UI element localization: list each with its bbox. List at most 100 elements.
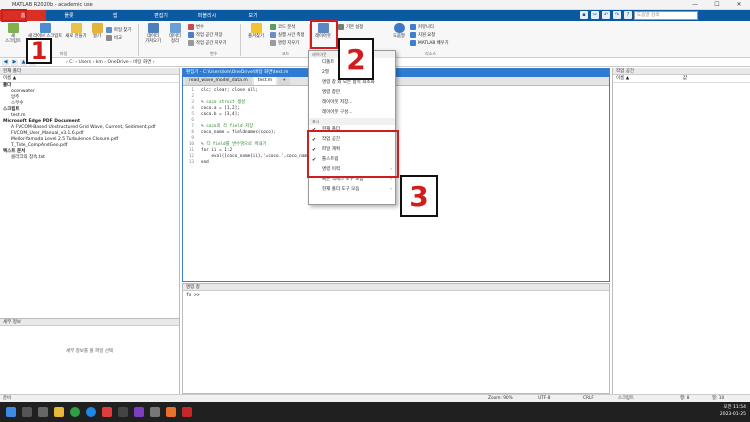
current-path[interactable]: › C: › Users › km › OneDrive › 바탕 화면 › (66, 59, 155, 65)
workspace-header: 작업 공간 (613, 68, 750, 75)
command-prompt[interactable]: fx >> (183, 293, 609, 298)
cut-icon[interactable]: ✂ (591, 11, 599, 19)
file-explorer-icon[interactable] (54, 407, 64, 417)
minimize-button[interactable]: — (684, 1, 706, 8)
help-icon[interactable]: ? (624, 11, 632, 19)
settings-icon[interactable] (150, 407, 160, 417)
live-script-icon (39, 23, 51, 33)
column-name[interactable]: 이름 ▲ (0, 75, 179, 83)
run-time-button[interactable]: 실행 시간 측정 (270, 32, 304, 38)
command-window-header: 명령 창 (183, 284, 609, 291)
learn-icon (410, 40, 416, 46)
ribbon-tabs: 홈 플롯 앱 편집기 퍼블리시 보기 ▪ ✂ ↶ ↷ ? 도움말 검색 (0, 10, 750, 21)
variable-icon (188, 24, 194, 30)
new-variable-button[interactable]: 변수 (188, 24, 204, 30)
save-icon (188, 32, 194, 38)
annotation-number-2: 2 (338, 38, 374, 80)
import-icon (147, 23, 159, 33)
terminal-icon[interactable] (118, 407, 128, 417)
highlight-layout-button (310, 20, 338, 49)
highlight-home-tab (1, 9, 27, 22)
command-window[interactable]: 명령 창 fx >> (182, 283, 610, 394)
help-icon (393, 23, 405, 33)
edge-icon[interactable] (86, 407, 96, 417)
clear-commands-button[interactable]: 명령 지우기 (270, 40, 299, 46)
workspace-panel: 작업 공간 이름 ▲ 값 (612, 68, 750, 394)
menu-item-command-only[interactable]: 명령 창만 (309, 88, 395, 98)
tab-editor[interactable]: 편집기 (138, 10, 184, 21)
clear-icon (188, 40, 194, 46)
editor-tab-test[interactable]: test.m (253, 77, 277, 85)
tab-apps[interactable]: 앱 (92, 10, 138, 21)
current-folder-panel: 현재 폴더 이름 ▲ 폴더 ocenwater 방주 스무수 스크립트 test.m Mic… (0, 68, 180, 318)
windows-start-icon[interactable] (6, 407, 16, 417)
help-button[interactable]: 도움말 (390, 23, 408, 39)
editor-tab-read-wave[interactable]: read_wave_model_data.m (185, 77, 252, 85)
file-tree: 폴더 ocenwater 방주 스무수 스크립트 test.m Microsoft Edge… (0, 83, 179, 161)
analyze-icon (270, 24, 276, 30)
tab-view[interactable]: 보기 (230, 10, 276, 21)
help-search-input[interactable]: 도움말 검색 (634, 11, 698, 20)
compare-button[interactable]: 비교 (106, 35, 122, 41)
system-clock[interactable]: 오전 11:54 2023-01-25 (720, 404, 746, 418)
new-script-button[interactable]: 새 스크립트 (2, 23, 24, 44)
menu-item-folder-toolbar[interactable]: 현재 폴더 도구 모음 › (309, 185, 395, 195)
import-data-button[interactable]: 데이터 가져오기 (142, 23, 164, 44)
line-numbers: 1 2 3 4 5 6 7 8 9 10 11 12 13 (183, 88, 197, 166)
list-item[interactable]: 클라크의 참속.txt (3, 155, 179, 161)
app-icon[interactable] (102, 407, 112, 417)
forward-icon[interactable]: ▶ (11, 58, 18, 66)
maximize-button[interactable]: ☐ (706, 1, 728, 8)
undo-icon[interactable]: ↶ (602, 11, 610, 19)
compare-icon (106, 35, 112, 41)
redo-icon[interactable]: ↷ (613, 11, 621, 19)
open-button[interactable]: 열기 (89, 23, 105, 39)
community-button[interactable]: 커뮤니티 (410, 24, 434, 30)
new-button[interactable]: 새로 만들기 (64, 23, 88, 39)
chevron-right-icon: › (390, 187, 392, 192)
find-files-button[interactable]: 파일 찾기 (106, 27, 131, 33)
tab-publish[interactable]: 퍼블리시 (184, 10, 230, 21)
close-button[interactable]: ✕ (728, 1, 750, 8)
workspace-col-value[interactable]: 값 (683, 75, 687, 82)
workspace-col-name[interactable]: 이름 ▲ (613, 75, 683, 82)
highlight-checked-items (307, 130, 399, 178)
save-icon[interactable]: ▪ (580, 11, 588, 19)
annotation-number-3: 3 (400, 175, 438, 217)
editor-tabs: read_wave_model_data.m test.m + (183, 77, 609, 86)
tab-plots[interactable]: 플롯 (46, 10, 92, 21)
back-icon[interactable]: ◀ (2, 58, 9, 66)
editor-tab-add[interactable]: + (278, 77, 290, 85)
folder-open-icon (91, 23, 103, 33)
clock-date: 2023-01-25 (719, 412, 746, 417)
title-bar: MATLAB R2020b - academic use — ☐ ✕ (0, 0, 750, 10)
clear-workspace-button[interactable]: 작업 공간 지우기 (188, 40, 226, 46)
clock-time: 오전 11:54 (723, 405, 746, 410)
matlab-icon[interactable] (166, 407, 176, 417)
gear-icon (338, 24, 344, 30)
preferences-button[interactable]: 기본 설정 (338, 24, 363, 30)
menu-item-save-layout[interactable]: 레이아웃 저장... (309, 98, 395, 108)
menu-item-organize-layout[interactable]: 레이아웃 구성... (309, 108, 395, 118)
current-folder-header: 현재 폴더 (0, 68, 179, 75)
search-icon[interactable] (22, 407, 32, 417)
community-icon (410, 24, 416, 30)
editor-header: 편집기 - C:\Users\km\OneDrive\바탕 화면\test.m (183, 69, 609, 77)
details-header: 세부 정보 (0, 319, 179, 326)
onenote-icon[interactable] (134, 407, 144, 417)
save-workspace-button[interactable]: 작업 공간 저장 (188, 32, 222, 38)
support-icon (410, 32, 416, 38)
chrome-icon[interactable] (70, 407, 80, 417)
details-empty-text: 세부 정보를 볼 파일 선택 (65, 349, 114, 354)
learn-matlab-button[interactable]: MATLAB 배우기 (410, 40, 449, 46)
workspace-columns: 이름 ▲ 값 (613, 75, 750, 83)
pdf-icon[interactable] (182, 407, 192, 417)
star-icon (250, 23, 262, 33)
analyze-code-button[interactable]: 코드 분석 (270, 24, 295, 30)
support-request-button[interactable]: 지원 요청 (410, 32, 435, 38)
line-number: 13 (188, 160, 194, 165)
task-view-icon[interactable] (38, 407, 48, 417)
ribbon-separator (138, 24, 139, 56)
favorites-button[interactable]: 즐겨찾기 (244, 23, 268, 39)
clean-data-button[interactable]: 데이터 정리 (166, 23, 184, 44)
